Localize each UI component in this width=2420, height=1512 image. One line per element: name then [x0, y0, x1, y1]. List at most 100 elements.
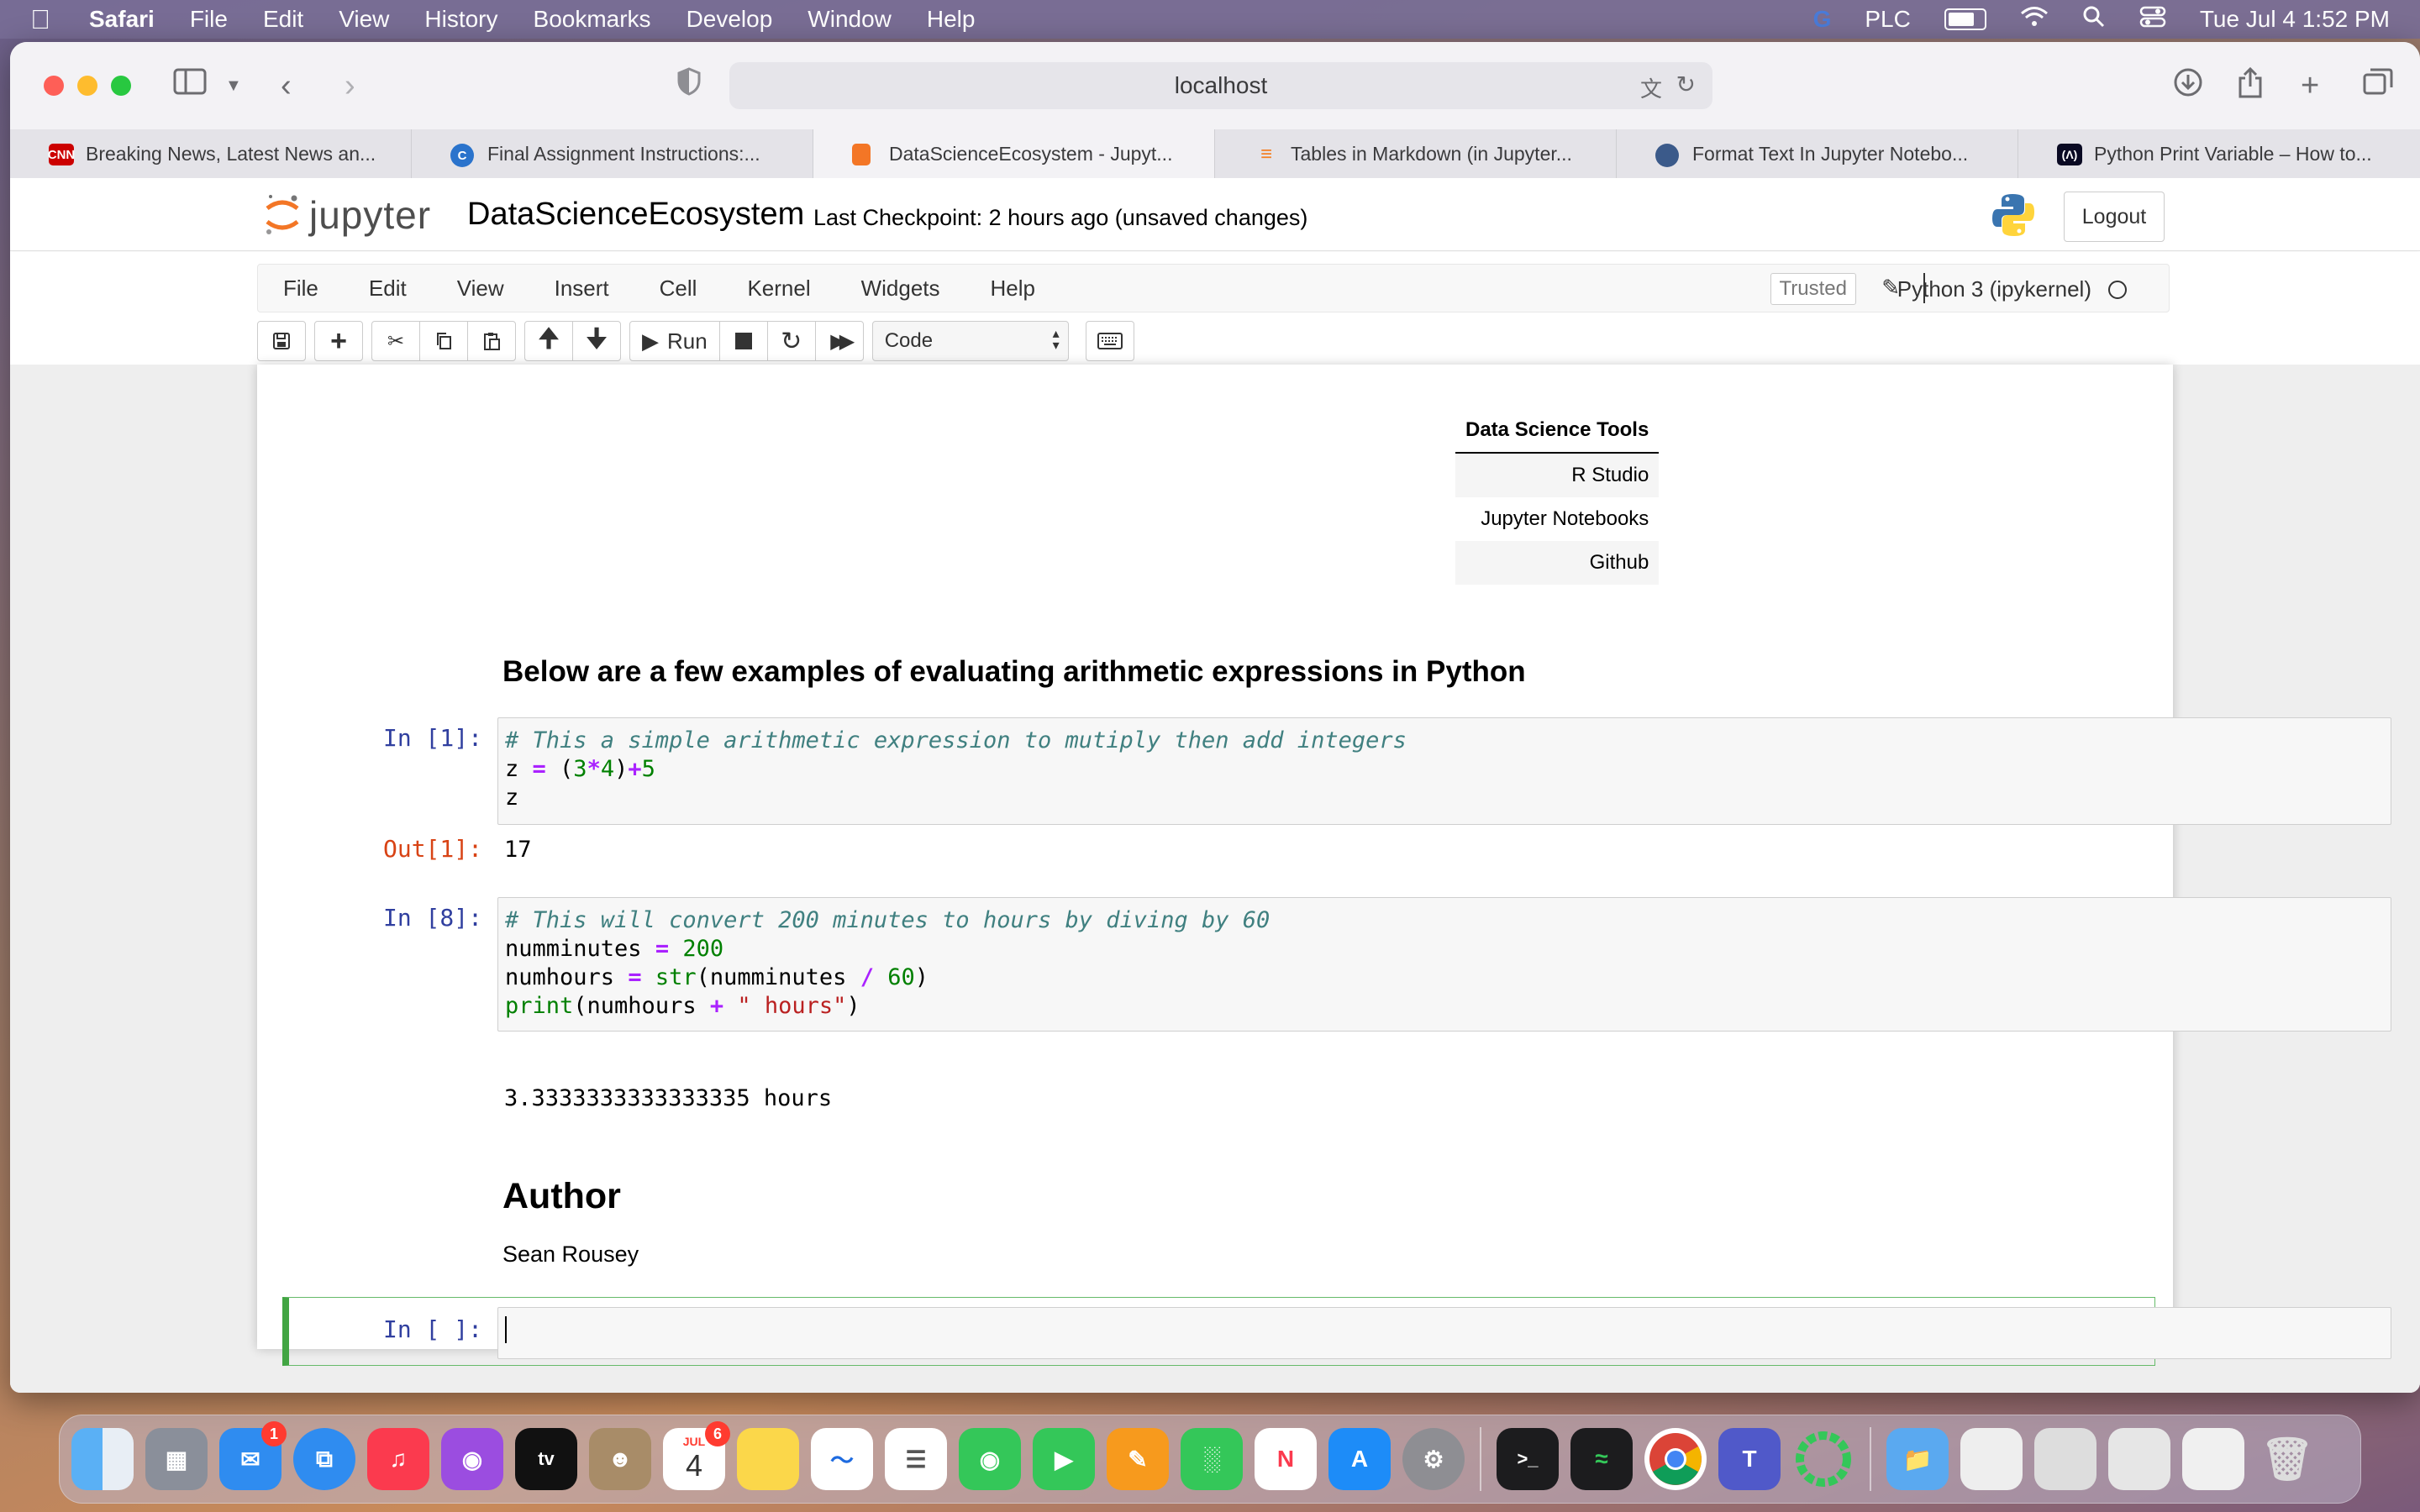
notebook-name[interactable]: DataScienceEcosystem [467, 197, 804, 233]
jupyter-logo[interactable]: jupyter [264, 192, 431, 239]
terminal-icon[interactable]: >_ [1497, 1428, 1559, 1490]
copy-button[interactable] [419, 321, 468, 361]
tab-freecodecamp[interactable]: (Λ) Python Print Variable – How to... [2018, 129, 2420, 178]
menu-file[interactable]: File [190, 6, 228, 33]
privacy-shield-icon[interactable] [677, 67, 701, 104]
stackoverflow-favicon-icon: ≡ [1260, 143, 1272, 165]
tab-jupyter[interactable]: DataScienceEcosystem - Jupyt... [813, 129, 1215, 178]
trusted-indicator[interactable]: Trusted [1770, 273, 1856, 305]
pages-icon[interactable]: ✎ [1107, 1428, 1169, 1490]
menu-view[interactable]: View [339, 6, 389, 33]
reminders-icon[interactable]: ☰ [885, 1428, 947, 1490]
cell-1-code-editor[interactable]: # This a simple arithmetic expression to… [497, 717, 2391, 825]
trash-icon[interactable]: 🗑 [2256, 1428, 2318, 1490]
spreadsheet-stack-icon[interactable] [2108, 1428, 2170, 1490]
downloads-folder-icon[interactable]: 📁 [1886, 1428, 1949, 1490]
tab-cnn[interactable]: CNN Breaking News, Latest News an... [10, 129, 412, 178]
music-icon[interactable]: ♫ [367, 1428, 429, 1490]
activity-monitor-icon[interactable]: ≈ [1570, 1428, 1633, 1490]
contacts-icon[interactable]: ☻ [589, 1428, 651, 1490]
forward-icon[interactable]: › [345, 67, 355, 104]
chrome-icon[interactable] [1644, 1428, 1707, 1490]
menu-help[interactable]: Help [927, 6, 976, 33]
menu-app-safari[interactable]: Safari [89, 6, 155, 33]
jmenu-insert[interactable]: Insert [529, 276, 634, 302]
screenshot-stack-icon[interactable] [2034, 1428, 2096, 1490]
interrupt-button[interactable] [718, 321, 768, 361]
loading-app-icon[interactable] [1792, 1428, 1854, 1490]
status-text[interactable]: PLC [1865, 6, 1910, 33]
command-palette-button[interactable] [1085, 321, 1134, 361]
safari-icon[interactable]: ⧉ [293, 1428, 355, 1490]
jmenu-edit[interactable]: Edit [344, 276, 432, 302]
jmenu-kernel[interactable]: Kernel [722, 276, 835, 302]
cell-2-code-editor[interactable]: # This will convert 200 minutes to hours… [497, 897, 2391, 1032]
menu-history[interactable]: History [424, 6, 497, 33]
back-icon[interactable]: ‹ [281, 67, 292, 104]
wifi-icon[interactable] [2020, 6, 2049, 34]
paste-button[interactable] [467, 321, 516, 361]
jmenu-help[interactable]: Help [965, 276, 1060, 302]
new-tab-icon[interactable]: + [2301, 67, 2319, 104]
finder-icon[interactable] [71, 1428, 134, 1490]
menu-window[interactable]: Window [808, 6, 892, 33]
clock[interactable]: Tue Jul 4 1:52 PM [2200, 6, 2390, 33]
translate-icon[interactable]: 文 [1640, 72, 1662, 103]
sidebar-toggle-icon[interactable] [173, 67, 207, 104]
address-bar[interactable]: localhost 文 ↻ [729, 62, 1712, 109]
chevron-down-icon[interactable]: ▼ [225, 67, 242, 104]
reload-icon[interactable]: ↻ [1676, 71, 1696, 98]
empty-cell-editor[interactable] [497, 1307, 2391, 1359]
menu-develop[interactable]: Develop [687, 6, 773, 33]
mail-badge: 1 [261, 1421, 287, 1446]
restart-run-all-button[interactable]: ▶▶ [814, 321, 864, 361]
move-up-button[interactable]: 🠉 [524, 321, 573, 361]
minimize-window-button[interactable] [77, 76, 97, 96]
restart-button[interactable]: ↻ [766, 321, 816, 361]
news-icon[interactable]: N [1255, 1428, 1317, 1490]
battery-icon[interactable] [1944, 8, 1986, 30]
jmenu-widgets[interactable]: Widgets [836, 276, 965, 302]
launchpad-icon[interactable]: ▦ [145, 1428, 208, 1490]
teams-icon[interactable]: T [1718, 1428, 1781, 1490]
freeform-icon[interactable]: 〜 [811, 1428, 873, 1490]
jmenu-cell[interactable]: Cell [634, 276, 723, 302]
zoom-window-button[interactable] [111, 76, 131, 96]
messages-icon[interactable]: ◉ [959, 1428, 1021, 1490]
podcasts-icon[interactable]: ◉ [441, 1428, 503, 1490]
downloads-icon[interactable] [2173, 67, 2203, 106]
tab-coursera[interactable]: C Final Assignment Instructions:... [412, 129, 813, 178]
tab-format-text[interactable]: Format Text In Jupyter Notebo... [1617, 129, 2018, 178]
share-icon[interactable] [2237, 66, 2264, 108]
spotlight-search-icon[interactable] [2082, 5, 2106, 34]
close-window-button[interactable] [44, 76, 64, 96]
system-settings-icon[interactable]: ⚙ [1402, 1428, 1465, 1490]
menu-bookmarks[interactable]: Bookmarks [534, 6, 651, 33]
cell-2-comment: # This will convert 200 minutes to hours… [505, 907, 1270, 933]
menu-edit[interactable]: Edit [263, 6, 303, 33]
calendar-icon[interactable]: JUL 4 6 [663, 1421, 730, 1490]
save-button[interactable] [257, 321, 306, 361]
file-stack-icon[interactable] [2182, 1428, 2244, 1490]
mail-icon[interactable]: ✉ 1 [219, 1421, 287, 1490]
document-stack-icon[interactable] [1960, 1428, 2023, 1490]
logout-button[interactable]: Logout [2064, 192, 2165, 242]
app-store-icon[interactable]: A [1328, 1428, 1391, 1490]
tab-stackoverflow[interactable]: ≡ Tables in Markdown (in Jupyter... [1215, 129, 1617, 178]
insert-cell-button[interactable]: + [314, 321, 363, 361]
grammarly-icon[interactable]: G [1813, 6, 1832, 33]
control-center-icon[interactable] [2139, 5, 2166, 34]
run-button[interactable]: ▶ Run [629, 321, 720, 361]
move-down-button[interactable]: 🠋 [572, 321, 621, 361]
cut-button[interactable]: ✂ [371, 321, 420, 361]
numbers-icon[interactable]: ░ [1181, 1428, 1243, 1490]
facetime-icon[interactable]: ▶ [1033, 1428, 1095, 1490]
jmenu-file[interactable]: File [258, 276, 344, 302]
jmenu-view[interactable]: View [432, 276, 529, 302]
kernel-indicator[interactable]: Python 3 (ipykernel) [1897, 276, 2127, 302]
cell-type-select[interactable]: Code ▴ ▾ [871, 321, 1069, 361]
notes-icon[interactable] [737, 1428, 799, 1490]
tab-overview-icon[interactable] [2363, 67, 2393, 104]
apple-menu-icon[interactable]:  [30, 4, 64, 35]
apple-tv-icon[interactable]: tv [515, 1428, 577, 1490]
